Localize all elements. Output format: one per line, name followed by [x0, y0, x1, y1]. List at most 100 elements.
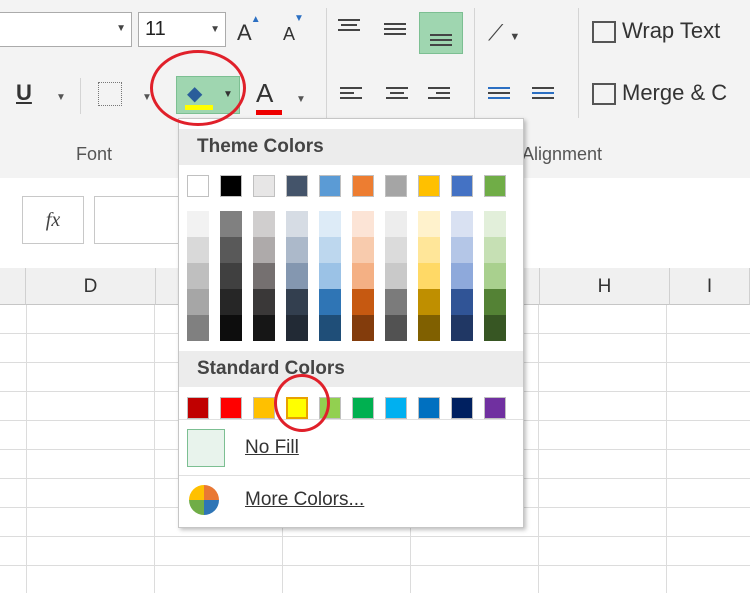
chevron-down-icon[interactable]: ▼: [223, 89, 233, 100]
theme-shade-swatch[interactable]: [418, 289, 440, 315]
theme-shade-swatch[interactable]: [286, 263, 308, 289]
theme-color-swatch[interactable]: [220, 175, 242, 197]
column-header-d[interactable]: D: [26, 268, 156, 305]
theme-shade-swatch[interactable]: [319, 263, 341, 289]
theme-color-swatch[interactable]: [286, 175, 308, 197]
formula-input[interactable]: [94, 196, 184, 244]
chevron-down-icon[interactable]: ▼: [116, 23, 126, 34]
theme-shade-swatch[interactable]: [352, 263, 374, 289]
standard-color-swatch[interactable]: [286, 397, 308, 419]
theme-shade-swatch[interactable]: [451, 263, 473, 289]
theme-shade-swatch[interactable]: [451, 237, 473, 263]
theme-shade-swatch[interactable]: [187, 237, 209, 263]
column-header-i[interactable]: I: [670, 268, 750, 305]
standard-color-swatch[interactable]: [418, 397, 440, 419]
theme-shade-swatch[interactable]: [220, 237, 242, 263]
standard-color-swatch[interactable]: [484, 397, 506, 419]
theme-shade-swatch[interactable]: [484, 315, 506, 341]
theme-shade-swatch[interactable]: [319, 237, 341, 263]
theme-shade-swatch[interactable]: [286, 289, 308, 315]
theme-shade-swatch[interactable]: [220, 315, 242, 341]
align-right-button[interactable]: [428, 84, 450, 102]
theme-shade-swatch[interactable]: [286, 211, 308, 237]
theme-shade-swatch[interactable]: [385, 315, 407, 341]
theme-shade-swatch[interactable]: [220, 289, 242, 315]
chevron-down-icon[interactable]: ▼: [210, 13, 220, 46]
theme-shade-swatch[interactable]: [352, 237, 374, 263]
theme-color-swatch[interactable]: [187, 175, 209, 197]
theme-shade-swatch[interactable]: [385, 289, 407, 315]
theme-color-swatch[interactable]: [253, 175, 275, 197]
column-header-h[interactable]: H: [540, 268, 670, 305]
theme-color-swatch[interactable]: [385, 175, 407, 197]
decrease-indent-button[interactable]: [488, 84, 510, 102]
standard-color-swatch[interactable]: [220, 397, 242, 419]
theme-shade-swatch[interactable]: [385, 211, 407, 237]
theme-shade-swatch[interactable]: [451, 315, 473, 341]
no-fill-swatch-icon[interactable]: [187, 429, 225, 467]
theme-shade-swatch[interactable]: [253, 237, 275, 263]
theme-color-swatch[interactable]: [418, 175, 440, 197]
theme-color-swatch[interactable]: [319, 175, 341, 197]
middle-align-button[interactable]: [384, 20, 406, 38]
orientation-button[interactable]: ⟋ ▼: [488, 20, 520, 46]
theme-shade-swatch[interactable]: [187, 289, 209, 315]
theme-shade-swatch[interactable]: [319, 289, 341, 315]
theme-shade-swatch[interactable]: [220, 211, 242, 237]
theme-shade-swatch[interactable]: [253, 263, 275, 289]
underline-button[interactable]: U: [16, 80, 32, 106]
theme-shade-swatch[interactable]: [220, 263, 242, 289]
theme-shade-swatch[interactable]: [451, 211, 473, 237]
theme-color-swatch[interactable]: [352, 175, 374, 197]
theme-color-swatch[interactable]: [484, 175, 506, 197]
standard-color-swatch[interactable]: [451, 397, 473, 419]
font-color-button[interactable]: A: [256, 78, 282, 115]
theme-shade-swatch[interactable]: [286, 315, 308, 341]
chevron-down-icon[interactable]: ▼: [56, 92, 66, 103]
more-colors-option[interactable]: More Colors...: [245, 489, 364, 511]
top-align-button[interactable]: [338, 16, 360, 34]
standard-color-swatch[interactable]: [319, 397, 341, 419]
theme-shade-swatch[interactable]: [319, 315, 341, 341]
align-left-button[interactable]: [340, 84, 362, 102]
theme-shade-swatch[interactable]: [451, 289, 473, 315]
standard-color-swatch[interactable]: [385, 397, 407, 419]
decrease-font-size-button[interactable]: A▼: [283, 13, 305, 45]
theme-shade-swatch[interactable]: [286, 237, 308, 263]
align-center-button[interactable]: [386, 84, 408, 102]
wrap-text-button[interactable]: Wrap Text: [592, 18, 720, 44]
theme-shade-swatch[interactable]: [418, 211, 440, 237]
theme-shade-swatch[interactable]: [352, 211, 374, 237]
borders-button[interactable]: [98, 82, 122, 106]
theme-shade-swatch[interactable]: [352, 289, 374, 315]
theme-shade-swatch[interactable]: [187, 211, 209, 237]
theme-shade-swatch[interactable]: [484, 211, 506, 237]
standard-color-swatch[interactable]: [253, 397, 275, 419]
theme-shade-swatch[interactable]: [484, 237, 506, 263]
theme-shade-swatch[interactable]: [484, 289, 506, 315]
theme-shade-swatch[interactable]: [187, 315, 209, 341]
theme-shade-swatch[interactable]: [484, 263, 506, 289]
font-size-combobox[interactable]: 11 ▼: [138, 12, 226, 47]
no-fill-option[interactable]: No Fill: [245, 437, 299, 459]
theme-shade-swatch[interactable]: [319, 211, 341, 237]
insert-function-button[interactable]: fx: [22, 196, 84, 244]
standard-color-swatch[interactable]: [352, 397, 374, 419]
theme-shade-swatch[interactable]: [253, 315, 275, 341]
theme-shade-swatch[interactable]: [418, 315, 440, 341]
theme-shade-swatch[interactable]: [187, 263, 209, 289]
chevron-down-icon[interactable]: ▼: [296, 94, 306, 105]
increase-indent-button[interactable]: [532, 84, 554, 102]
merge-center-button[interactable]: Merge & C: [592, 80, 727, 106]
theme-shade-swatch[interactable]: [352, 315, 374, 341]
font-name-combobox[interactable]: ▼: [0, 12, 132, 47]
theme-shade-swatch[interactable]: [385, 237, 407, 263]
theme-shade-swatch[interactable]: [418, 263, 440, 289]
theme-shade-swatch[interactable]: [385, 263, 407, 289]
bottom-align-button[interactable]: [419, 12, 463, 54]
increase-font-size-button[interactable]: A▲: [237, 14, 262, 46]
theme-color-swatch[interactable]: [451, 175, 473, 197]
theme-shade-swatch[interactable]: [253, 289, 275, 315]
theme-shade-swatch[interactable]: [418, 237, 440, 263]
theme-shade-swatch[interactable]: [253, 211, 275, 237]
